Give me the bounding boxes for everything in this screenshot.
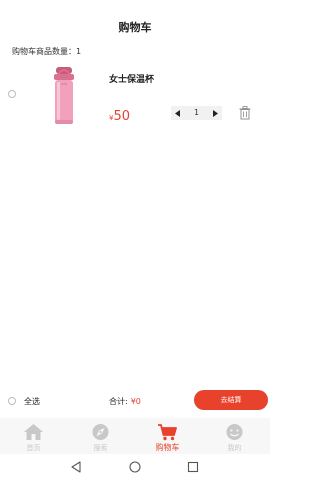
cart-item-count: 购物车商品数量：1 — [12, 47, 82, 56]
cart-item: 女士保温杯 ¥50 1 — [0, 66, 270, 126]
quantity-stepper: 1 — [171, 106, 222, 120]
back-icon[interactable] — [70, 461, 82, 473]
recents-icon[interactable] — [187, 461, 199, 473]
tab-mine-label: 我的 — [227, 444, 242, 452]
quantity-value[interactable]: 1 — [185, 106, 208, 120]
bottom-tab-bar: 首页 搜索 购物车 我的 — [0, 418, 270, 454]
cart-screen: 购物车 购物车商品数量：1 女士保温杯 ¥50 1 全选 合计: ¥0 去结算 … — [0, 0, 270, 480]
home-icon — [24, 424, 43, 440]
trash-icon[interactable] — [239, 106, 251, 120]
select-all-radio[interactable] — [8, 397, 16, 405]
item-name: 女士保温杯 — [109, 75, 155, 85]
item-select-radio[interactable] — [8, 90, 16, 98]
select-all-label[interactable]: 全选 — [24, 396, 40, 407]
product-thumbnail[interactable] — [44, 66, 84, 126]
decrease-arrow-icon — [175, 109, 180, 117]
price-value: 50 — [113, 109, 131, 124]
decrease-button[interactable] — [171, 106, 185, 120]
tab-cart[interactable]: 购物车 — [134, 418, 201, 454]
checkout-button[interactable]: 去结算 — [194, 390, 268, 410]
total-amount: ¥0 — [130, 397, 141, 406]
home-circle-icon[interactable] — [129, 461, 141, 473]
tab-search[interactable]: 搜索 — [67, 418, 134, 454]
total-label: 合计: — [109, 397, 128, 406]
total-price: 合计: ¥0 — [109, 396, 141, 407]
item-price: ¥50 — [109, 105, 130, 124]
tab-mine[interactable]: 我的 — [201, 418, 268, 454]
cart-icon — [158, 424, 177, 441]
page-title: 购物车 — [118, 21, 152, 34]
system-navigation-bar — [0, 454, 270, 480]
increase-button[interactable] — [208, 106, 222, 120]
tab-search-label: 搜索 — [93, 444, 108, 452]
tab-home[interactable]: 首页 — [0, 418, 67, 454]
compass-icon — [92, 424, 109, 440]
tab-home-label: 首页 — [26, 444, 41, 452]
checkout-bar: 全选 合计: ¥0 去结算 — [0, 388, 270, 414]
face-icon — [226, 424, 243, 440]
tab-cart-label: 购物车 — [155, 443, 180, 452]
increase-arrow-icon — [213, 109, 218, 117]
